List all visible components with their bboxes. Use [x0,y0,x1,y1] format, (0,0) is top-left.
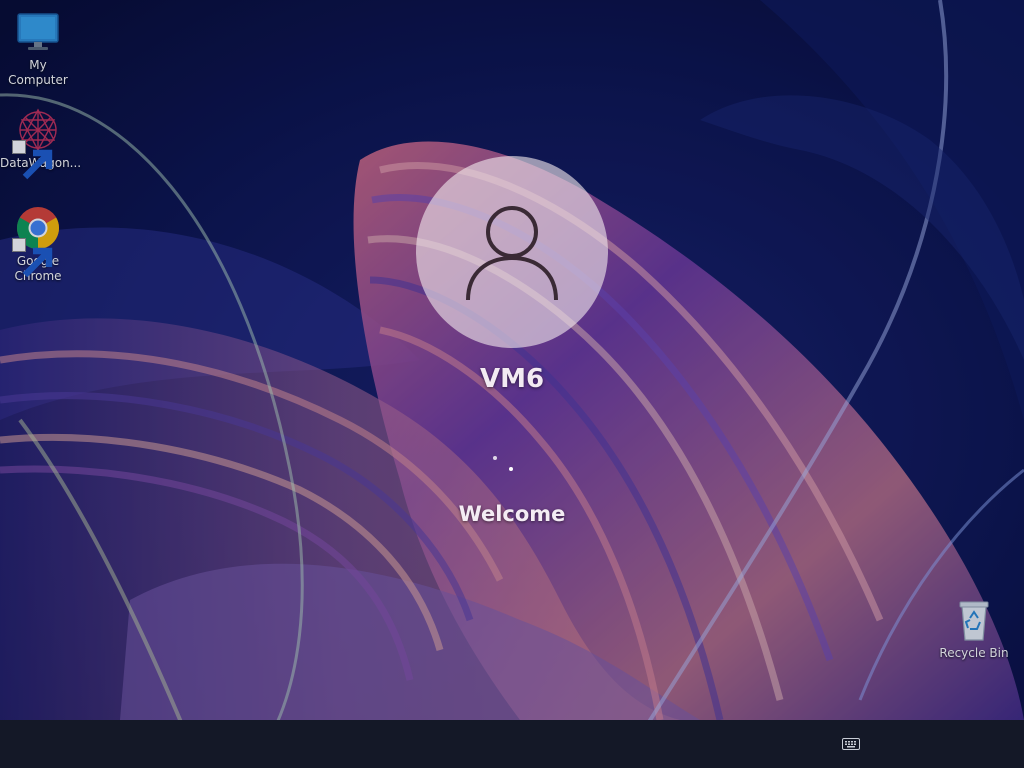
welcome-status-text: Welcome [458,502,566,526]
loading-spinner-dot [493,456,497,460]
user-icon [466,206,558,301]
bottom-bar [0,720,1024,768]
username-label: VM6 [479,364,545,394]
keyboard-icon [842,738,860,750]
touch-keyboard-button[interactable] [834,732,868,756]
loading-spinner-dot [509,467,513,471]
user-avatar [416,156,608,348]
welcome-screen: VM6 Welcome [0,0,1024,720]
